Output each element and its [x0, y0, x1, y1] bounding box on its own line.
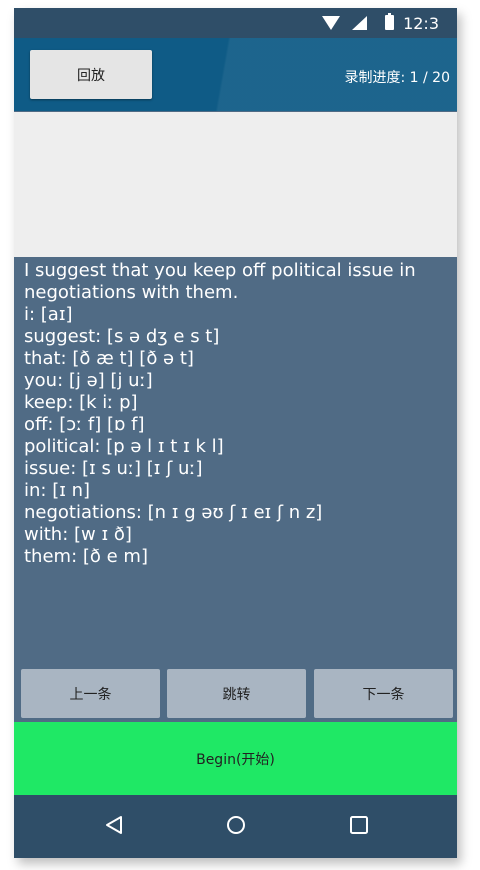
battery-icon — [385, 13, 394, 30]
camera-preview — [14, 112, 457, 257]
phonetic-line: suggest: [s ə dʒ e s t] — [24, 326, 220, 347]
recording-progress: 录制进度: 1 / 20 — [344, 70, 450, 86]
phonetic-line: keep: [k iː p] — [24, 392, 138, 413]
phonetic-line: off: [ɔː f] [ɒ f] — [24, 414, 145, 435]
replay-button[interactable]: 回放 — [30, 50, 152, 99]
begin-button[interactable]: Begin(开始) — [14, 722, 457, 795]
wifi-icon — [322, 16, 340, 30]
home-icon[interactable] — [226, 815, 246, 835]
signal-icon — [352, 16, 367, 30]
sentence-panel[interactable]: I suggest that you keep off political is… — [24, 260, 449, 568]
status-time: 12:3 — [403, 14, 439, 33]
next-button[interactable]: 下一条 — [314, 669, 453, 718]
previous-button[interactable]: 上一条 — [21, 669, 160, 718]
recents-icon[interactable] — [349, 815, 369, 835]
system-navigation-bar — [14, 795, 457, 858]
navigation-buttons: 上一条 跳转 下一条 — [14, 669, 457, 719]
phonetic-line: them: [ð e m] — [24, 546, 148, 567]
phonetic-line: negotiations: [n ɪ g əʊ ʃ ɪ eɪ ʃ n z] — [24, 502, 323, 523]
phonetic-line: with: [w ɪ ð] — [24, 524, 132, 545]
jump-button[interactable]: 跳转 — [167, 669, 306, 718]
phonetic-line: political: [p ə l ɪ t ɪ k l] — [24, 436, 224, 457]
phonetic-line: that: [ð æ t] [ð ə t] — [24, 348, 194, 369]
phonetic-line: i: [aɪ] — [24, 304, 73, 325]
app-toolbar: 回放 录制进度: 1 / 20 — [14, 38, 457, 111]
sentence-text: I suggest that you keep off political is… — [24, 260, 416, 303]
phone-screen: 12:3 回放 录制进度: 1 / 20 I suggest that you … — [14, 8, 457, 858]
phonetic-line: you: [j ə] [j uː] — [24, 370, 153, 391]
phonetic-line: in: [ɪ n] — [24, 480, 91, 501]
back-icon[interactable] — [104, 815, 124, 835]
status-bar: 12:3 — [14, 8, 457, 38]
phonetic-line: issue: [ɪ s uː] [ɪ ʃ uː] — [24, 458, 203, 479]
